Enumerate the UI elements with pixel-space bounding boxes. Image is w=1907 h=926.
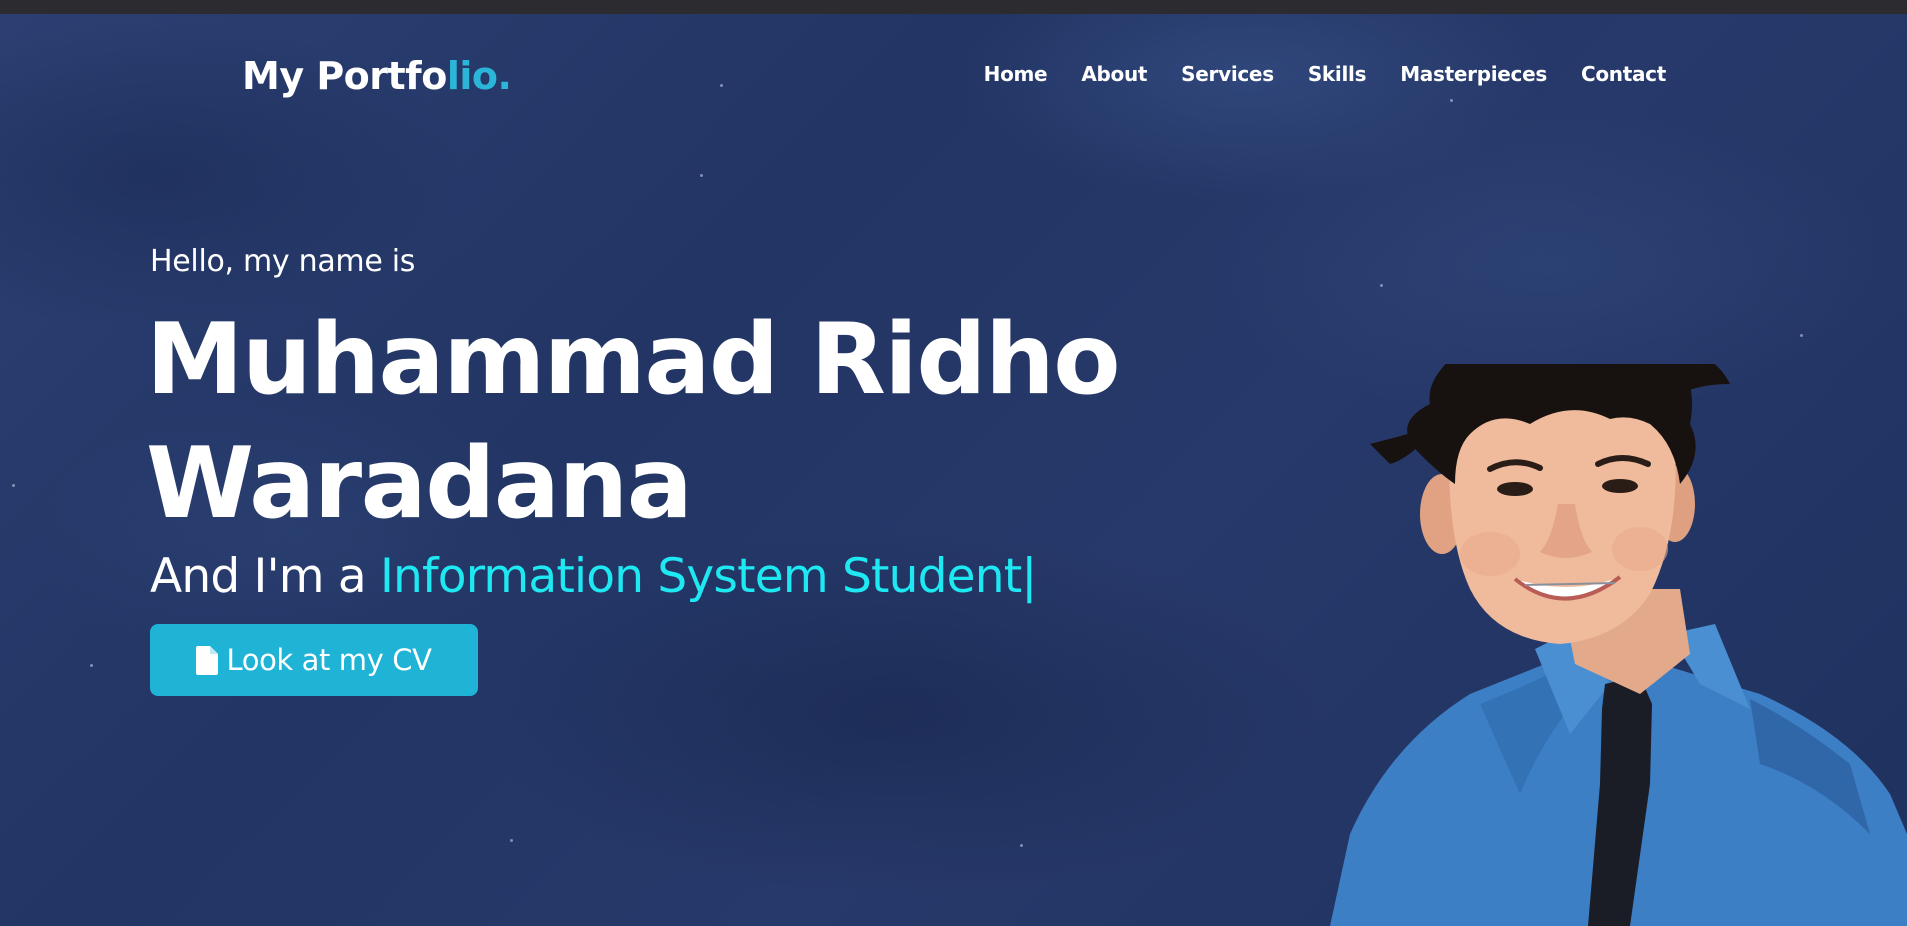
- site-logo[interactable]: My Portfolio.: [242, 54, 512, 98]
- top-navbar: My Portfolio. Home About Services Skills…: [0, 14, 1907, 104]
- typing-cursor: |: [1021, 549, 1037, 604]
- nav-link-masterpieces[interactable]: Masterpieces: [1400, 62, 1547, 86]
- role-prefix: And I'm a: [150, 549, 380, 604]
- nav-link-contact[interactable]: Contact: [1581, 62, 1666, 86]
- hero-name-line2: Waradana: [146, 427, 693, 541]
- logo-accent-text: lio.: [446, 54, 512, 98]
- view-cv-button[interactable]: Look at my CV: [150, 624, 478, 696]
- hero-greeting: Hello, my name is: [150, 244, 416, 279]
- nav-link-home[interactable]: Home: [984, 62, 1048, 86]
- nav-link-about[interactable]: About: [1081, 62, 1147, 86]
- texture-speck: [1800, 334, 1803, 337]
- hero-role: And I'm a Information System Student|: [150, 549, 1037, 604]
- texture-speck: [90, 664, 93, 667]
- texture-speck: [1020, 844, 1023, 847]
- texture-speck: [12, 484, 15, 487]
- browser-top-strip: [0, 0, 1907, 15]
- nav-link-skills[interactable]: Skills: [1308, 62, 1367, 86]
- texture-speck: [700, 174, 703, 177]
- texture-speck: [1380, 284, 1383, 287]
- logo-main-text: My Portfo: [242, 54, 447, 98]
- hero-section: My Portfolio. Home About Services Skills…: [0, 14, 1907, 926]
- nav-menu: Home About Services Skills Masterpieces …: [950, 62, 1667, 86]
- hero-name-line1: Muhammad Ridho: [146, 303, 1121, 417]
- view-cv-label: Look at my CV: [226, 643, 432, 677]
- role-typed-text: Information System Student: [379, 549, 1022, 604]
- file-icon: [196, 645, 219, 675]
- hero-name: Muhammad Ridho Waradana: [146, 298, 1146, 546]
- nav-link-services[interactable]: Services: [1181, 62, 1274, 86]
- profile-photo: [1330, 364, 1907, 926]
- texture-speck: [510, 839, 513, 842]
